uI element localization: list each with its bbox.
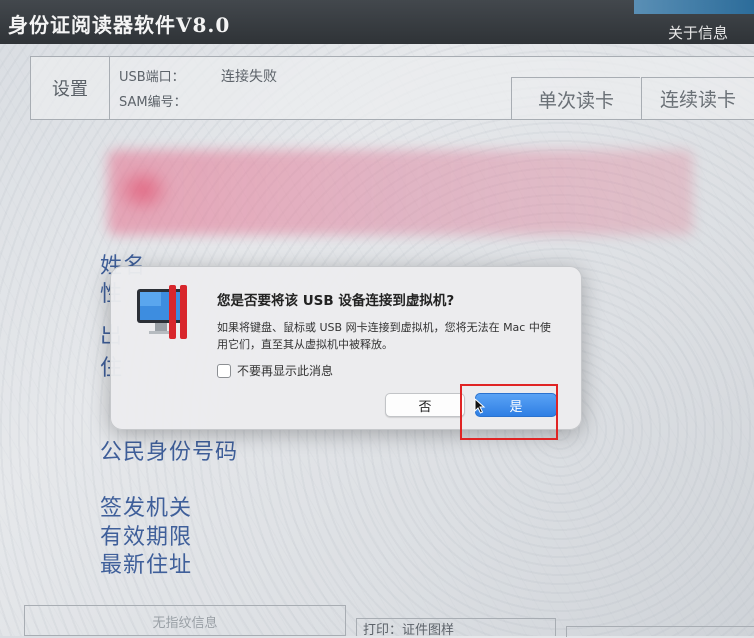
field-latest-address-label: 最新住址 bbox=[100, 553, 193, 578]
usb-port-status: 连接失败 bbox=[221, 69, 277, 85]
sam-label: SAM编号： bbox=[119, 95, 187, 110]
field-citizen-id-label: 公民身份号码 bbox=[100, 440, 239, 465]
fingerprint-status: 无指纹信息 bbox=[24, 605, 346, 636]
single-read-button[interactable]: 单次读卡 bbox=[511, 77, 640, 120]
print-status[interactable]: 打印：证件图样 bbox=[356, 618, 556, 638]
settings-button[interactable]: 设置 bbox=[31, 57, 110, 119]
window-titlebar: 身份证阅读器软件V8.0 关于信息 bbox=[0, 0, 754, 44]
dont-show-again-label: 不要再显示此消息 bbox=[237, 364, 334, 378]
continuous-read-button[interactable]: 连续读卡 bbox=[641, 77, 754, 119]
about-link[interactable]: 关于信息 bbox=[668, 22, 728, 43]
parallels-app-icon bbox=[137, 285, 187, 339]
usb-port-label: USB端口： bbox=[119, 70, 185, 85]
toolbar: 设置 USB端口： 连接失败 SAM编号： 单次读卡 连续读卡 bbox=[30, 56, 754, 120]
dont-show-again-row[interactable]: 不要再显示此消息 bbox=[217, 362, 333, 379]
dialog-title: 您是否要将该 USB 设备连接到虚拟机? bbox=[217, 293, 455, 309]
dont-show-again-checkbox[interactable] bbox=[217, 363, 231, 378]
status-right-panel bbox=[566, 626, 754, 637]
mouse-cursor-icon bbox=[474, 398, 486, 414]
dialog-message: 如果将键盘、鼠标或 USB 网卡连接到虚拟机，您将无法在 Mac 中使用它们，直… bbox=[217, 321, 551, 351]
titlebar-accent bbox=[634, 0, 754, 14]
no-button[interactable]: 否 bbox=[385, 393, 465, 417]
window-title: 身份证阅读器软件V8.0 bbox=[8, 13, 231, 37]
redacted-region bbox=[108, 150, 693, 235]
field-issuing-authority-label: 签发机关 bbox=[100, 496, 193, 521]
